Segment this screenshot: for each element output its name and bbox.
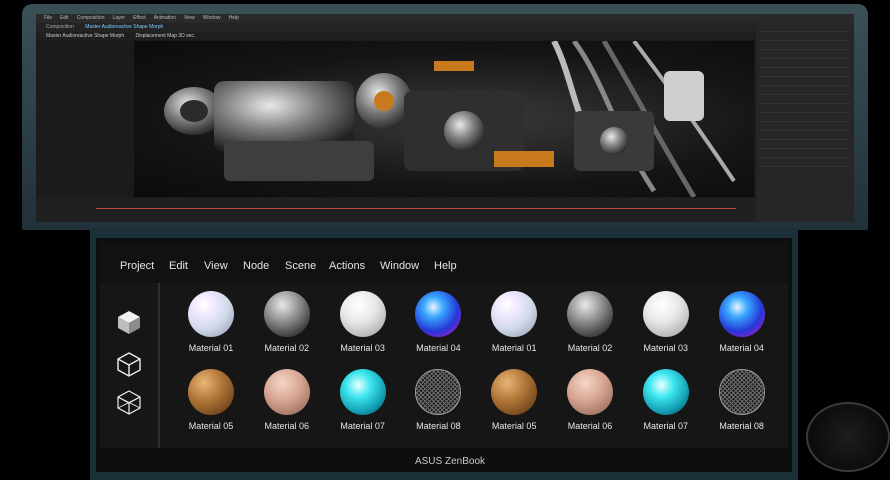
material-swatch[interactable]: Material 01 [176,291,246,361]
menu-window[interactable]: Window [380,260,419,272]
app-menu-edit[interactable]: Edit [60,15,69,21]
material-label: Material 07 [340,421,385,431]
material-label: Material 01 [188,343,234,353]
material-sphere-pearl [188,291,234,337]
material-label: Material 04 [416,343,461,353]
material-swatch[interactable]: Material 08 [403,369,473,439]
render-viewport[interactable] [134,41,754,197]
tab-composition[interactable]: Composition [46,24,74,30]
material-sphere-chrome-dark [263,291,310,337]
material-label: Material 08 [416,421,461,431]
cube-outline-icon[interactable] [116,351,142,377]
app-menubar: File Edit Composition Layer Effect Animation V… [36,14,854,23]
app-menu-layer[interactable]: Layer [112,15,125,21]
tab-master-shape-morph[interactable]: Master Audioreactive Shape Morph [85,24,163,30]
app-menu-help[interactable]: Help [228,15,238,21]
material-swatch[interactable]: Material 08 [707,369,777,439]
material-swatch[interactable]: Material 07 [328,369,398,439]
app-menu-effect[interactable]: Effect [133,15,146,21]
material-sphere-wood [188,369,234,415]
material-swatch[interactable]: Material 02 [555,291,625,361]
menu-project[interactable]: Project [120,260,154,272]
menu-actions[interactable]: Actions [329,260,365,272]
app-menu-composition[interactable]: Composition [77,15,105,21]
material-swatch[interactable]: Material 05 [479,369,549,439]
menu-scene[interactable]: Scene [285,260,316,272]
material-sphere-chrome-dark [567,291,613,337]
material-label: Material 02 [264,343,310,353]
timeline[interactable] [36,198,756,222]
material-label: Material 03 [643,343,689,353]
material-label: Material 01 [491,343,537,353]
material-sphere-mesh [415,369,462,415]
composition-tabs: Composition Master Audioreactive Shape M… [36,23,756,32]
material-swatch[interactable]: Material 01 [479,291,549,361]
material-sphere-teal-glow [339,369,386,415]
material-swatch[interactable]: Material 02 [252,291,322,361]
material-sphere-wood [491,369,538,415]
material-swatch[interactable]: Material 06 [252,369,322,439]
material-swatch[interactable]: Material 03 [631,291,701,361]
app-menu-file[interactable]: File [44,15,52,21]
material-label: Material 07 [643,421,689,431]
material-sphere-peach [567,369,613,415]
material-sphere-teal-glow [642,369,689,415]
solid-cube-icon[interactable] [116,309,142,335]
material-sphere-blue-glass [718,291,765,337]
panel-divider [158,283,160,448]
material-sphere-white-gloss [642,291,689,337]
material-sphere-peach [263,369,310,415]
material-swatch[interactable]: Material 03 [328,291,398,361]
app-menu-window[interactable]: Window [203,15,221,21]
material-swatch[interactable]: Material 06 [555,369,625,439]
material-swatch[interactable]: Material 04 [707,291,777,361]
menu-help[interactable]: Help [434,260,457,272]
material-browser: Material 01 Material 02 Material 03 Materia… [100,283,788,448]
robot-render-image [164,41,736,197]
brand-label: ASUS ZenBook [414,456,486,467]
material-label: Material 06 [264,421,310,431]
app-menu-animation[interactable]: Animation [154,15,176,21]
app-menu-view[interactable]: View [184,15,195,21]
material-sphere-pearl [491,291,538,337]
material-swatch[interactable]: Material 04 [403,291,473,361]
material-label: Material 04 [719,343,764,353]
material-label: Material 03 [340,343,385,353]
main-screen: File Edit Composition Layer Effect Animation V… [36,14,854,222]
material-label: Material 05 [188,421,234,431]
effects-panel[interactable] [756,23,854,222]
material-swatch[interactable]: Material 07 [631,369,701,439]
material-label: Material 08 [719,421,764,431]
material-sphere-mesh [718,369,765,415]
wireframe-cube-icon[interactable] [116,389,142,415]
material-label: Material 06 [567,421,613,431]
material-sphere-blue-glass [415,291,462,337]
subtab-master[interactable]: Master Audioreactive Shape Morph [46,33,124,39]
sub-tabs: Master Audioreactive Shape Morph Displac… [36,32,756,40]
watermark-logo [806,402,890,472]
material-label: Material 02 [567,343,613,353]
screenpad: Project Edit View Node Scene Actions Win… [100,243,788,448]
material-sphere-white-gloss [339,291,386,337]
timeline-track [96,208,736,209]
menu-view[interactable]: View [204,260,228,272]
menu-node[interactable]: Node [243,260,269,272]
menu-edit[interactable]: Edit [169,260,188,272]
material-label: Material 05 [491,421,537,431]
subtab-displacement[interactable]: Displacement Map 3D sec. [136,33,196,39]
material-swatch[interactable]: Material 05 [176,369,246,439]
